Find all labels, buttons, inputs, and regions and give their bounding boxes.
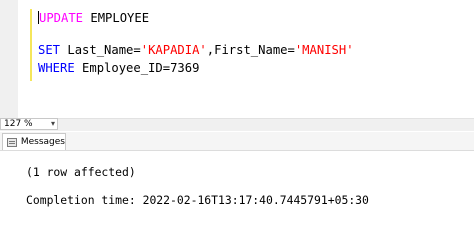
messages-icon [7, 137, 17, 147]
messages-pane: (1 row affected) Completion time: 2022-0… [0, 151, 474, 241]
table-name: EMPLOYEE [83, 11, 150, 25]
update-keyword: UPDATE [39, 11, 84, 25]
chevron-down-icon: ▾ [50, 119, 55, 128]
editor-gutter [0, 0, 18, 118]
change-tracking-bar [30, 9, 32, 81]
results-tab-bar: Messages [0, 132, 474, 151]
code-line-2[interactable]: SET Last_Name='KAPADIA',First_Name='MANI… [38, 42, 354, 58]
set-keyword: SET [38, 43, 61, 57]
set-clause-part-2: ,First_Name= [206, 43, 295, 57]
code-line-1[interactable]: UPDATE EMPLOYEE [38, 10, 149, 26]
query-editor[interactable]: UPDATE EMPLOYEE SET Last_Name='KAPADIA',… [0, 0, 474, 118]
zoom-dropdown[interactable]: 127 % ▾ [0, 118, 58, 130]
rows-affected-message: (1 row affected) [26, 165, 136, 179]
where-clause: Employee_ID=7369 [74, 61, 200, 75]
completion-time-message: Completion time: 2022-02-16T13:17:40.744… [26, 193, 369, 207]
where-keyword: WHERE [38, 61, 75, 75]
zoom-level: 127 % [4, 119, 33, 129]
horizontal-scrollbar[interactable] [0, 118, 474, 131]
code-line-3[interactable]: WHERE Employee_ID=7369 [38, 60, 199, 76]
first-name-value: 'MANISH' [294, 43, 354, 57]
last-name-value: 'KAPADIA' [140, 43, 207, 57]
set-clause-part-1: Last_Name= [60, 43, 141, 57]
tab-messages[interactable]: Messages [2, 133, 66, 150]
tab-messages-label: Messages [20, 137, 65, 147]
